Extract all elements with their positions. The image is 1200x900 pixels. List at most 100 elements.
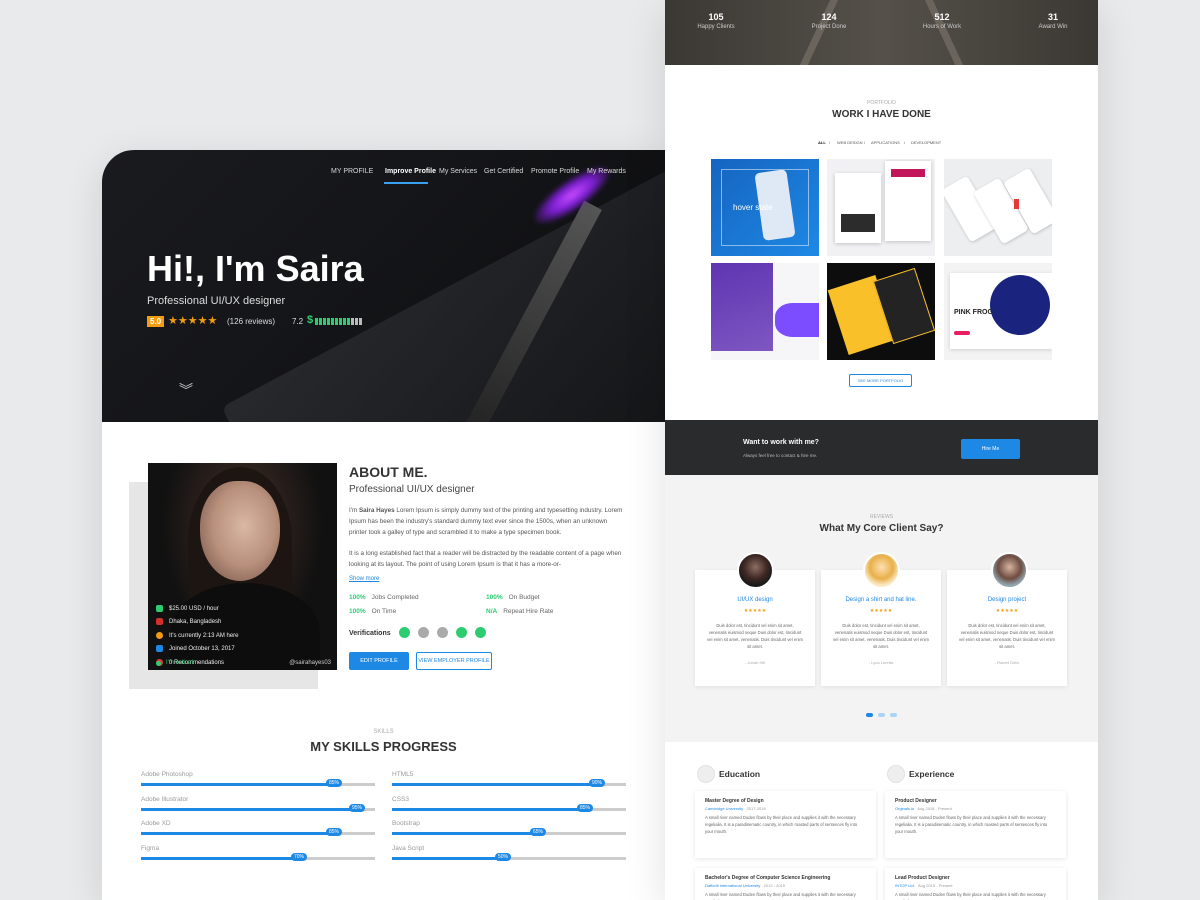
filter-applications[interactable]: APPLICATIONS [871, 140, 900, 145]
nav-my-services[interactable]: My Services [439, 168, 477, 175]
stats-band: 105 Happy Clients 124 Project Done 512 Hour… [665, 0, 1098, 65]
stat-hours-of-work: 512 Hours of Work [902, 12, 982, 30]
earnings-bar-segment [315, 318, 318, 325]
nav-my-rewards[interactable]: My Rewards [587, 168, 626, 175]
view-employer-profile-button[interactable]: VIEW EMPLOYER PROFILE [416, 652, 492, 670]
entry-date: Aug 2015 - Present [918, 883, 953, 888]
education-title: Education [719, 769, 761, 779]
facebook-verified-icon [399, 627, 410, 638]
review-stars: ★★★★★ [869, 608, 893, 614]
skill-fill [141, 783, 340, 786]
portfolio-item-2[interactable] [827, 159, 935, 256]
experience-card: Product Designer Orginals.io Aug 2018 - … [885, 791, 1066, 858]
rating-stars: ★★★★★ [168, 315, 218, 327]
filter-separator: / [864, 140, 866, 145]
purple-wave [775, 303, 819, 337]
stat-on-time: 100% On Time [349, 608, 396, 615]
earnings-bar-segment [335, 318, 338, 325]
earnings-bar-segment [355, 318, 358, 325]
stat-label: Jobs Completed [371, 594, 419, 601]
stat-label: Repeat Hire Rate [503, 608, 554, 615]
earnings-bar-segment [347, 318, 350, 325]
skills-eyebrow: SKILLS [373, 729, 394, 735]
stat-label: On Time [371, 608, 397, 615]
filter-separator: / [829, 140, 831, 145]
filter-development[interactable]: DEVELOPMENT [911, 140, 941, 145]
skill-percent: 70% [291, 852, 308, 861]
briefcase-icon [887, 765, 905, 783]
entry-date: 2017-2018 [746, 806, 766, 811]
skill-item: CSS3 85% [392, 796, 626, 812]
skill-fill [392, 832, 544, 835]
entry-heading: Lead Product Designer [895, 875, 950, 881]
scroll-down-icon[interactable]: ︾ [179, 380, 193, 400]
nav-promote-profile[interactable]: Promote Profile [531, 168, 579, 175]
portfolio-item-5[interactable] [827, 263, 935, 360]
stat-label: Happy Clients [697, 24, 735, 30]
entry-heading: Master Degree of Design [705, 798, 764, 804]
edit-profile-button[interactable]: EDIT PROFILE [349, 652, 409, 670]
reviewer-avatar [863, 552, 900, 589]
hourly-rate: $25.00 USD / hour [169, 605, 219, 612]
portfolio-item-4[interactable] [711, 263, 819, 360]
entry-org: Orginals.io [895, 806, 915, 811]
portfolio-item-1[interactable]: hover state [711, 159, 819, 256]
skill-name: Figma [141, 844, 160, 852]
skill-name: Bootstrap [392, 820, 420, 827]
entry-description: A small river named Duden flows by their… [705, 892, 856, 900]
filter-all[interactable]: ALL [818, 140, 826, 145]
local-time-row: It's currently 2:13 AM here [156, 632, 239, 639]
hero-section: MY PROFILE Improve Profile My Services G… [102, 150, 665, 422]
stat-number: 124 [821, 12, 837, 22]
education-card: Master Degree of Design Cambridge Univer… [695, 791, 876, 858]
entry-meta: Daffodil International University 2012 -… [705, 883, 866, 888]
skill-name: Adobe Photoshop [141, 771, 193, 778]
location-row: Dhaka, Bangladesh [156, 618, 221, 625]
stat-happy-clients: 105 Happy Clients [676, 12, 756, 30]
phone-verified-icon [456, 627, 467, 638]
laptop-image [221, 163, 665, 422]
entry-date: Aug 2018 - Present [917, 806, 952, 811]
local-time: It's currently 2:13 AM here [169, 632, 239, 639]
skill-item: HTML5 90% [392, 771, 626, 787]
nav-improve-profile[interactable]: Improve Profile [385, 168, 436, 175]
filter-separator: / [904, 140, 906, 145]
stat-project-done: 124 Project Done [789, 12, 869, 30]
stat-award-win: 31 Award Win [1013, 12, 1093, 30]
earnings-bar-segment [343, 318, 346, 325]
nav-get-certified[interactable]: Get Certified [484, 168, 523, 175]
portfolio-item-3[interactable] [944, 159, 1052, 256]
skill-fill [141, 807, 363, 811]
carousel-dot-active[interactable] [866, 713, 873, 717]
entry-org: INTOP Ltd. [895, 883, 915, 888]
review-title: Design a shirt and hat line. [845, 597, 917, 603]
reviews-count[interactable]: (126 reviews) [227, 317, 275, 326]
see-more-portfolio-button[interactable]: SEE MORE PORTFOLIO [849, 374, 912, 387]
portfolio-item-6[interactable]: PINK FROG [944, 263, 1052, 360]
rail-right [924, 0, 964, 65]
earnings-bar [315, 318, 362, 325]
carousel-dot[interactable] [878, 713, 885, 717]
online-label: I'm online! [166, 660, 194, 666]
review-title: Design project [987, 597, 1027, 603]
show-more-link[interactable]: Show more [349, 576, 379, 582]
experience-card: Lead Product Designer INTOP Ltd. Aug 201… [885, 868, 1066, 900]
carousel-dot[interactable] [890, 713, 897, 717]
pink-frog-cta [954, 331, 970, 335]
entry-meta: Orginals.io Aug 2018 - Present [895, 806, 1056, 811]
entry-date: 2012 - 2015 [763, 883, 785, 888]
hero-subtitle: Professional UI/UX designer [147, 295, 286, 307]
entry-org: Cambridge University [705, 806, 744, 811]
hire-me-button[interactable]: Hire Me [961, 439, 1020, 459]
skill-item: Bootstrap 65% [392, 820, 626, 836]
review-body: Duis dolor est, tincidunt vel enim sit a… [707, 623, 803, 649]
nav-my-profile[interactable]: MY PROFILE [331, 168, 373, 175]
profile-photo: $25.00 USD / hour Dhaka, Bangladesh It's… [148, 463, 337, 670]
filter-web-design[interactable]: WEB DESIGN [837, 140, 863, 145]
entry-meta: Cambridge University 2017-2018 [705, 806, 866, 811]
review-stars: ★★★★★ [743, 608, 767, 614]
skill-fill [392, 856, 509, 860]
hire-cta-band [665, 420, 1098, 475]
profile-info-list: $25.00 USD / hour Dhaka, Bangladesh It's… [148, 588, 337, 670]
reviews-eyebrow: REVIEWS [869, 514, 894, 520]
